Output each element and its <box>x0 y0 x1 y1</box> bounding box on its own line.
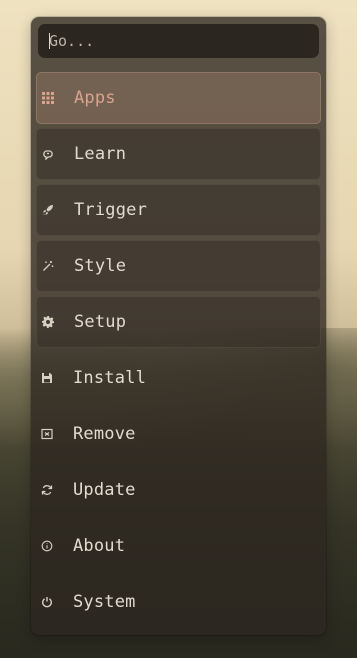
search-input[interactable] <box>49 32 308 50</box>
menu-item-label: Remove <box>73 424 136 444</box>
menu-item-install[interactable]: Install <box>36 352 321 404</box>
menu-item-label: Trigger <box>74 200 148 220</box>
menu-item-learn[interactable]: Learn <box>36 128 321 180</box>
menu-item-remove[interactable]: Remove <box>36 408 321 460</box>
search-box[interactable] <box>38 24 319 58</box>
menu-item-update[interactable]: Update <box>36 464 321 516</box>
menu-item-setup[interactable]: Setup <box>36 296 321 348</box>
remove-icon <box>41 428 53 440</box>
menu-item-label: Install <box>73 368 147 388</box>
menu-item-about[interactable]: About <box>36 520 321 572</box>
menu-item-system[interactable]: System <box>36 576 321 628</box>
menu-item-label: Apps <box>74 88 116 108</box>
menu-item-apps[interactable]: Apps <box>36 72 321 124</box>
menu-item-label: Setup <box>74 312 127 332</box>
rocket-icon <box>42 204 54 216</box>
menu-item-label: Style <box>74 256 127 276</box>
refresh-icon <box>41 484 53 496</box>
menu-item-label: Update <box>73 480 136 500</box>
grid-icon <box>42 92 54 104</box>
menu-item-style[interactable]: Style <box>36 240 321 292</box>
info-icon <box>41 540 53 552</box>
save-icon <box>41 372 53 384</box>
brain-icon <box>42 148 54 160</box>
power-icon <box>41 596 53 608</box>
menu-item-label: Learn <box>74 144 127 164</box>
magic-wand-icon <box>42 260 54 272</box>
gear-icon <box>42 316 54 328</box>
menu-item-label: System <box>73 592 136 612</box>
menu-item-label: About <box>73 536 126 556</box>
text-cursor <box>49 33 50 49</box>
launcher-panel: Apps Learn Trigger Style Setup Install <box>31 17 326 635</box>
menu-item-trigger[interactable]: Trigger <box>36 184 321 236</box>
